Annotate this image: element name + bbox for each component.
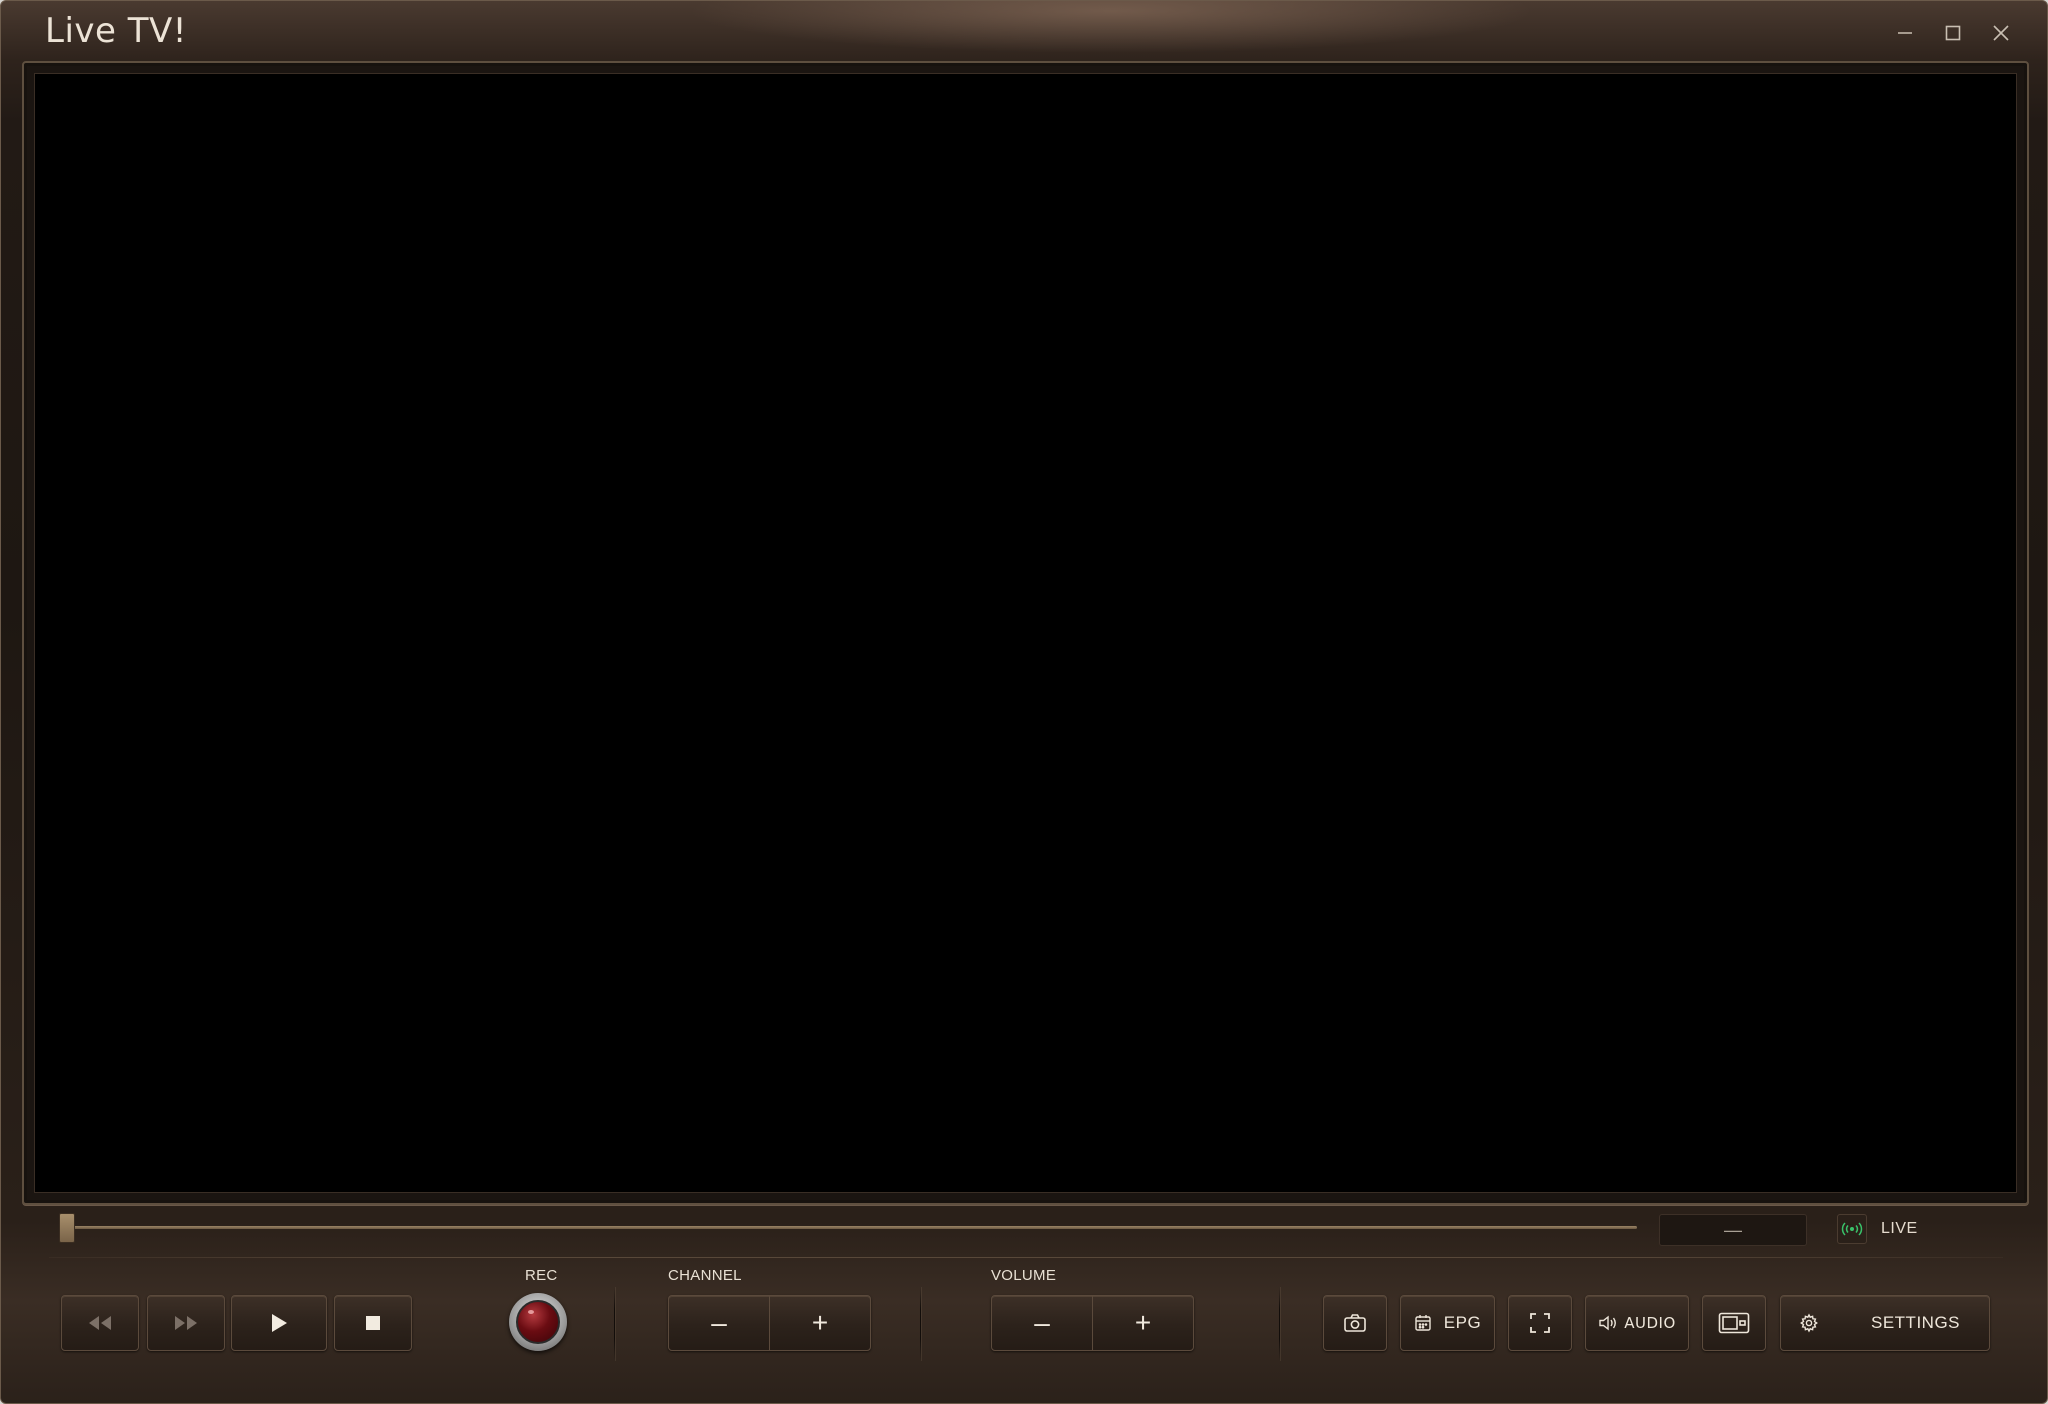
separator <box>920 1287 921 1361</box>
live-label: LIVE <box>1881 1220 1918 1237</box>
audio-label: AUDIO <box>1624 1314 1676 1332</box>
rec-label: REC <box>525 1267 558 1284</box>
epg-button[interactable]: EPG <box>1400 1295 1495 1351</box>
channel-up-button[interactable]: + <box>769 1296 870 1350</box>
close-icon <box>1993 25 2009 41</box>
volume-down-button[interactable]: – <box>992 1296 1092 1350</box>
volume-up-button[interactable]: + <box>1092 1296 1193 1350</box>
picture-in-picture-button[interactable] <box>1702 1295 1766 1351</box>
fullscreen-button[interactable] <box>1508 1295 1572 1351</box>
maximize-icon <box>1945 25 1961 41</box>
seek-bar[interactable] <box>67 1226 1637 1229</box>
epg-label: EPG <box>1443 1313 1482 1332</box>
stop-button[interactable] <box>334 1295 412 1351</box>
channel-down-button[interactable]: – <box>669 1296 769 1350</box>
speaker-icon <box>1599 1315 1617 1331</box>
rewind-icon <box>89 1316 111 1330</box>
record-button[interactable] <box>509 1293 567 1351</box>
fast-forward-icon <box>175 1316 197 1330</box>
rewind-button[interactable] <box>61 1295 139 1351</box>
minimize-icon <box>1898 32 1912 34</box>
settings-label: SETTINGS <box>1871 1313 1961 1332</box>
video-frame <box>22 61 2029 1205</box>
play-button[interactable] <box>231 1295 327 1351</box>
close-button[interactable] <box>1977 13 2025 53</box>
time-display: — <box>1659 1214 1807 1246</box>
volume-label: VOLUME <box>991 1267 1057 1284</box>
separator <box>614 1287 615 1361</box>
audio-button[interactable]: AUDIO <box>1585 1295 1689 1351</box>
gear-icon <box>1800 1313 1818 1333</box>
fullscreen-icon <box>1530 1313 1550 1333</box>
channel-control: – + <box>668 1295 871 1351</box>
camera-icon <box>1344 1314 1366 1332</box>
stop-icon <box>366 1316 380 1330</box>
calendar-icon <box>1415 1315 1431 1331</box>
maximize-button[interactable] <box>1929 13 1977 53</box>
record-icon <box>516 1300 560 1344</box>
fast-forward-button[interactable] <box>147 1295 225 1351</box>
snapshot-button[interactable] <box>1323 1295 1387 1351</box>
volume-control: – + <box>991 1295 1194 1351</box>
picture-in-picture-icon <box>1718 1312 1750 1334</box>
minimize-button[interactable] <box>1881 13 1929 53</box>
live-button[interactable] <box>1837 1214 1867 1244</box>
window-title: Live TV! <box>45 11 187 51</box>
play-icon <box>272 1314 287 1332</box>
separator <box>1279 1287 1280 1361</box>
settings-button[interactable]: SETTINGS <box>1780 1295 1990 1351</box>
app-window: Live TV! — LIVE REC CHANNEL – + VOLUME –… <box>0 0 2048 1404</box>
broadcast-icon <box>1841 1222 1863 1236</box>
video-display[interactable] <box>34 73 2017 1193</box>
seek-thumb[interactable] <box>59 1213 75 1243</box>
divider <box>49 1257 2003 1258</box>
channel-label: CHANNEL <box>668 1267 742 1284</box>
